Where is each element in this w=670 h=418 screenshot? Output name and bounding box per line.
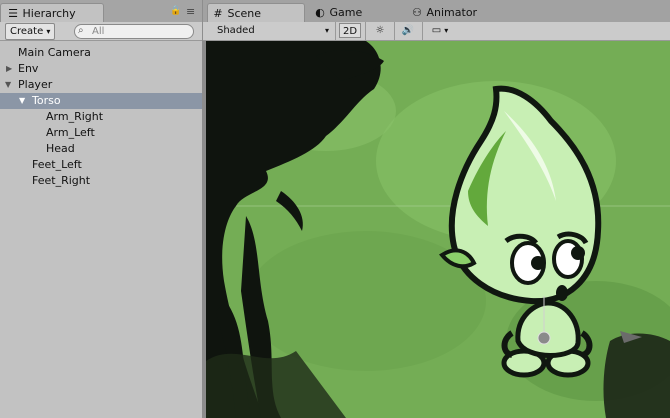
tree-item-arm-left[interactable]: Arm_Left — [0, 125, 202, 141]
toolbar-separator — [394, 22, 395, 40]
toolbar-separator — [422, 22, 423, 40]
tree-item-label: Arm_Right — [46, 110, 104, 123]
pacman-icon: ◐ — [315, 6, 325, 19]
tree-item-label: Arm_Left — [46, 126, 95, 139]
panel-menu-icon[interactable]: ≡ — [186, 5, 195, 18]
speaker-icon[interactable]: 🔊 — [397, 23, 419, 38]
tree-item-feet-right[interactable]: Feet_Right — [0, 173, 202, 189]
foldout-expanded-icon[interactable]: ▼ — [5, 77, 11, 93]
hierarchy-toolbar: Create ▾ ⌕ All — [0, 22, 202, 41]
tree-item-label: Env — [18, 62, 39, 75]
search-icon: ⌕ — [78, 25, 84, 36]
hierarchy-icon: ☰ — [8, 7, 18, 20]
foldout-expanded-icon[interactable]: ▼ — [19, 93, 25, 109]
scene-viewport[interactable] — [206, 41, 670, 418]
2d-mode-label: 2D — [342, 26, 358, 37]
search-placeholder: All — [92, 26, 105, 37]
create-button-label: Create — [10, 26, 44, 37]
tree-item-main-camera[interactable]: Main Camera — [0, 45, 202, 61]
tab-animator[interactable]: ⚇ Animator — [407, 3, 497, 24]
search-input[interactable]: ⌕ All — [74, 24, 194, 39]
tree-item-env[interactable]: ▶ Env — [0, 61, 202, 77]
tree-item-head[interactable]: Head — [0, 141, 202, 157]
animator-icon: ⚇ — [412, 6, 422, 19]
create-button[interactable]: Create ▾ — [5, 23, 56, 40]
tab-game[interactable]: ◐ Game — [310, 3, 380, 24]
hierarchy-tabstrip: ☰ Hierarchy 🔒 ≡ — [0, 0, 202, 24]
tree-item-label: Main Camera — [18, 46, 91, 59]
tree-item-torso[interactable]: ▼ Torso — [0, 93, 202, 109]
draw-mode-label: Shaded — [217, 25, 255, 36]
image-icon[interactable]: ▭ ▾ — [425, 23, 455, 38]
chevron-down-icon: ▾ — [444, 26, 449, 35]
scene-tabstrip: # Scene ◐ Game ⚇ Animator — [203, 0, 670, 24]
tab-scene[interactable]: # Scene — [207, 3, 305, 24]
tab-animator-label: Animator — [426, 6, 478, 19]
lock-icon[interactable]: 🔒 — [170, 6, 181, 16]
tab-scene-label: Scene — [227, 7, 262, 20]
sun-icon[interactable]: ☼ — [369, 23, 391, 38]
tree-item-label: Player — [18, 78, 53, 91]
grid-icon: # — [213, 7, 223, 20]
2d-mode-toggle[interactable]: 2D — [339, 23, 361, 38]
scene-toolbar: Shaded ▾ 2D ☼ 🔊 ▭ ▾ — [203, 22, 670, 41]
tree-item-label: Feet_Left — [32, 158, 82, 171]
foldout-collapsed-icon[interactable]: ▶ — [6, 61, 12, 77]
tab-game-label: Game — [329, 6, 363, 19]
tab-hierarchy[interactable]: ☰ Hierarchy — [0, 3, 104, 24]
toolbar-separator — [335, 22, 336, 40]
tree-item-label: Head — [46, 142, 75, 155]
chevron-down-icon: ▾ — [46, 27, 51, 36]
torso — [515, 300, 581, 358]
toolbar-separator — [365, 22, 366, 40]
chevron-down-icon: ▾ — [324, 26, 329, 35]
draw-mode-dropdown[interactable]: Shaded ▾ — [211, 23, 333, 38]
tree-item-arm-right[interactable]: Arm_Right — [0, 109, 202, 125]
tree-item-player[interactable]: ▼ Player — [0, 77, 202, 93]
mouth — [556, 285, 568, 301]
tab-hierarchy-label: Hierarchy — [22, 7, 76, 20]
hierarchy-panel: ☰ Hierarchy 🔒 ≡ Create ▾ ⌕ All Main Came… — [0, 0, 202, 418]
tree-item-feet-left[interactable]: Feet_Left — [0, 157, 202, 173]
tree-item-label: Torso — [32, 94, 61, 107]
pivot-handle — [537, 331, 551, 345]
tree-item-label: Feet_Right — [32, 174, 91, 187]
scene-artwork — [206, 41, 670, 418]
